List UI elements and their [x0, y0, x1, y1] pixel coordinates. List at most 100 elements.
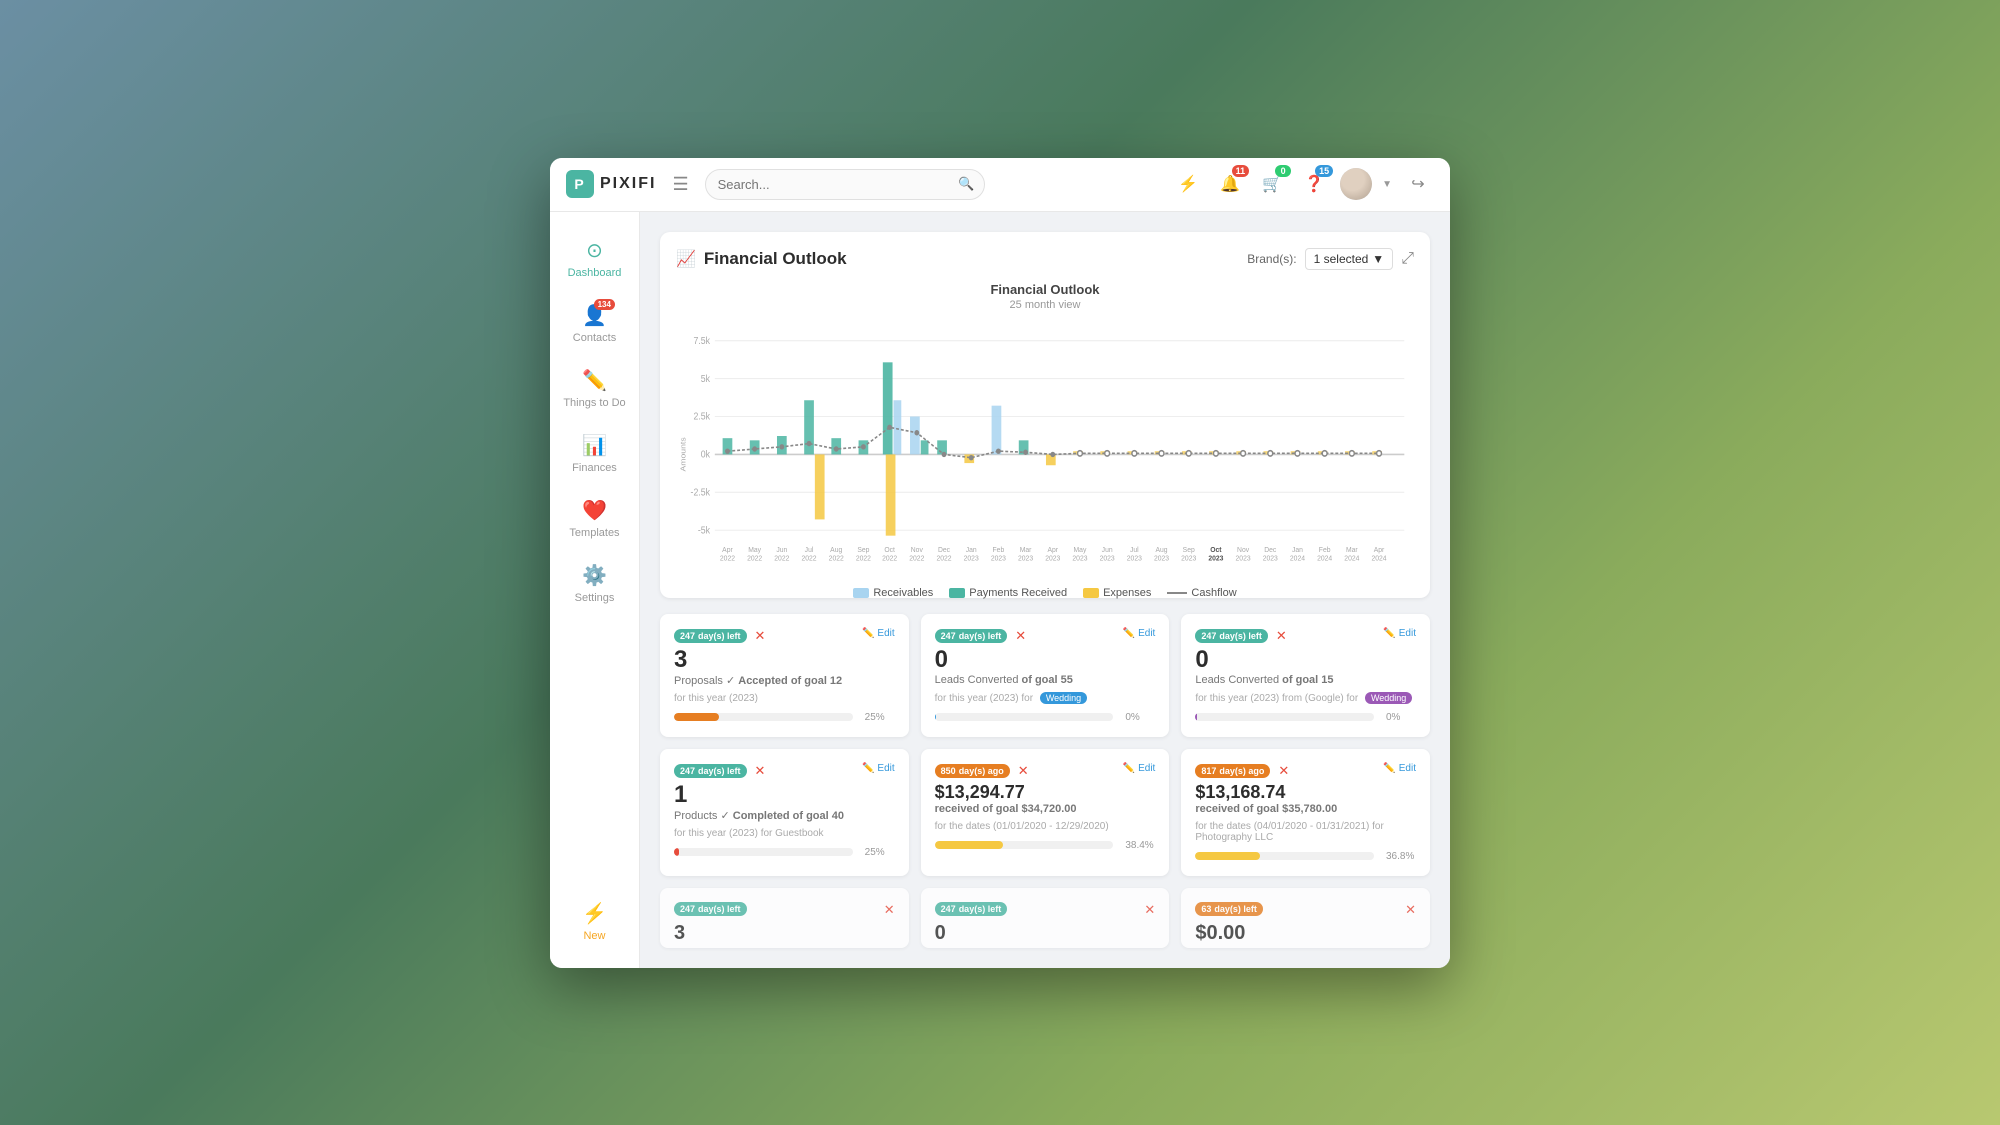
card-proposals-sub: for this year (2023) — [674, 693, 895, 704]
bottom-card-1-top: 247 day(s) left ✕ — [674, 902, 895, 918]
card-products-progress-pct: 25% — [865, 847, 895, 858]
bottom-card-3-top: 63 day(s) left ✕ — [1195, 902, 1416, 918]
card-received1-days: 850 — [941, 766, 956, 776]
card-proposals-days-badge: 247 day(s) left — [674, 629, 747, 643]
card-products-desc: Products ✓ Completed of goal 40 — [674, 809, 895, 822]
svg-text:2023: 2023 — [1100, 553, 1115, 562]
card-leads2: 247 day(s) left ✕ ✏️ Edit 0 Leads Conver… — [1181, 614, 1430, 737]
legend-cashflow-line — [1167, 592, 1187, 594]
notifications-btn[interactable]: 🔔 11 — [1214, 168, 1246, 200]
card-leads2-close-btn[interactable]: ✕ — [1276, 628, 1287, 644]
card-products-top: 247 day(s) left ✕ ✏️ Edit — [674, 763, 895, 779]
sidebar-item-label-templates: Templates — [569, 527, 619, 539]
sidebar-item-todo[interactable]: ✏️ Things to Do — [550, 358, 639, 419]
svg-text:2022: 2022 — [882, 553, 897, 562]
sidebar-item-label-dashboard: Dashboard — [568, 267, 622, 279]
card-products-progress-fill — [674, 848, 679, 856]
settings-icon: ⚙️ — [582, 563, 607, 588]
bottom-card-2-close[interactable]: ✕ — [1144, 902, 1155, 918]
card-leads1-days-label: day(s) left — [959, 631, 1002, 641]
card-received1-close-btn[interactable]: ✕ — [1018, 763, 1029, 779]
card-received1-progress-bar — [935, 841, 1114, 849]
edit-icon-4: ✏️ — [862, 763, 874, 774]
card-received2-close-btn[interactable]: ✕ — [1278, 763, 1289, 779]
card-received1-days-badge: 850 day(s) ago — [935, 764, 1010, 778]
expand-icon[interactable]: ⤢ — [1401, 250, 1414, 268]
bottom-card-1-close[interactable]: ✕ — [884, 902, 895, 918]
svg-text:2023: 2023 — [1072, 553, 1087, 562]
card-received1-edit-btn[interactable]: ✏️ Edit — [1123, 763, 1156, 774]
search-input[interactable] — [705, 169, 985, 200]
card-proposals: 247 day(s) left ✕ ✏️ Edit 3 Proposals ✓ … — [660, 614, 909, 737]
card-leads2-days-badge: 247 day(s) left — [1195, 629, 1268, 643]
lightning-icon-btn[interactable]: ⚡ — [1172, 168, 1204, 200]
card-leads2-sub: for this year (2023) from (Google) for W… — [1195, 692, 1416, 704]
card-proposals-progress-row: 25% — [674, 712, 895, 723]
card-proposals-close-btn[interactable]: ✕ — [755, 628, 766, 644]
help-btn[interactable]: ❓ 15 — [1298, 168, 1330, 200]
menu-icon[interactable]: ☰ — [668, 170, 692, 199]
card-received1-top: 850 day(s) ago ✕ ✏️ Edit — [935, 763, 1156, 779]
card-leads1-progress-row: 0% — [935, 712, 1156, 723]
card-leads1-top: 247 day(s) left ✕ ✏️ Edit — [935, 628, 1156, 644]
card-leads2-desc: Leads Converted of goal 15 — [1195, 674, 1416, 686]
card-products-days-badge: 247 day(s) left — [674, 764, 747, 778]
card-received2-desc: received of goal $35,780.00 — [1195, 803, 1416, 815]
dashboard-icon: ⊙ — [586, 238, 603, 263]
card-proposals-number: 3 — [674, 648, 895, 672]
help-badge: 15 — [1315, 165, 1333, 177]
card-leads1-days: 247 — [941, 631, 956, 641]
avatar[interactable] — [1340, 168, 1372, 200]
sidebar-item-dashboard[interactable]: ⊙ Dashboard — [550, 228, 639, 289]
legend-payments: Payments Received — [949, 587, 1067, 599]
search-bar: 🔍 — [705, 169, 985, 200]
bottom-card-3-badge: 63 day(s) left — [1195, 902, 1263, 916]
sidebar-item-label-settings: Settings — [575, 592, 615, 604]
chart-header: 📈 Financial Outlook Brand(s): 1 selected… — [676, 248, 1414, 270]
bottom-card-2-badge: 247 day(s) left — [935, 902, 1008, 916]
sidebar-item-templates[interactable]: ❤️ Templates — [550, 488, 639, 549]
chart-container: Financial Outlook 25 month view — [676, 282, 1414, 582]
card-leads1-close-btn[interactable]: ✕ — [1015, 628, 1026, 644]
logout-btn[interactable]: ↪ — [1402, 168, 1434, 200]
card-received1-progress-row: 38.4% — [935, 840, 1156, 851]
contacts-badge: 134 — [594, 299, 615, 310]
search-icon: 🔍 — [958, 176, 974, 192]
templates-icon: ❤️ — [582, 498, 607, 523]
cart-btn[interactable]: 🛒 0 — [1256, 168, 1288, 200]
card-leads2-progress-bar — [1195, 713, 1374, 721]
card-received2-edit-btn[interactable]: ✏️ Edit — [1383, 763, 1416, 774]
card-leads2-edit-btn[interactable]: ✏️ Edit — [1383, 628, 1416, 639]
sidebar-item-finances[interactable]: 📊 Finances — [550, 423, 639, 484]
card-proposals-edit-btn[interactable]: ✏️ Edit — [862, 628, 895, 639]
sidebar-item-contacts[interactable]: 👤 134 Contacts — [550, 293, 639, 354]
card-received1-badge-row: 850 day(s) ago ✕ — [935, 763, 1029, 779]
legend-expenses-color — [1083, 588, 1099, 598]
sidebar: ⊙ Dashboard 👤 134 Contacts ✏️ Things to … — [550, 212, 640, 968]
card-leads1-badge-row: 247 day(s) left ✕ — [935, 628, 1026, 644]
avatar-chevron[interactable]: ▼ — [1382, 179, 1392, 190]
brands-select[interactable]: 1 selected ▼ — [1305, 248, 1394, 270]
svg-text:2022: 2022 — [936, 553, 951, 562]
card-products-days-label: day(s) left — [698, 766, 741, 776]
card-leads2-days-label: day(s) left — [1219, 631, 1262, 641]
edit-icon-1: ✏️ — [862, 628, 874, 639]
card-leads1-edit-btn[interactable]: ✏️ Edit — [1123, 628, 1156, 639]
card-products-edit-btn[interactable]: ✏️ Edit — [862, 763, 895, 774]
card-leads1-progress-pct: 0% — [1125, 712, 1155, 723]
sidebar-item-label-todo: Things to Do — [563, 397, 625, 409]
svg-text:Amounts: Amounts — [679, 437, 687, 471]
todo-icon: ✏️ — [582, 368, 607, 393]
card-leads2-progress-row: 0% — [1195, 712, 1416, 723]
card-products-close-btn[interactable]: ✕ — [755, 763, 766, 779]
chart-bar-icon: 📈 — [676, 249, 696, 269]
card-received2-days: 817 — [1201, 766, 1216, 776]
card-products-days: 247 — [680, 766, 695, 776]
sidebar-item-new[interactable]: ⚡ New — [550, 891, 639, 952]
brands-chevron-icon: ▼ — [1372, 252, 1384, 266]
card-received1-desc: received of goal $34,720.00 — [935, 803, 1156, 815]
bottom-card-3-close[interactable]: ✕ — [1405, 902, 1416, 918]
logo-text: PIXIFI — [600, 175, 656, 193]
chart-inner-subtitle: 25 month view — [676, 299, 1414, 311]
sidebar-item-settings[interactable]: ⚙️ Settings — [550, 553, 639, 614]
